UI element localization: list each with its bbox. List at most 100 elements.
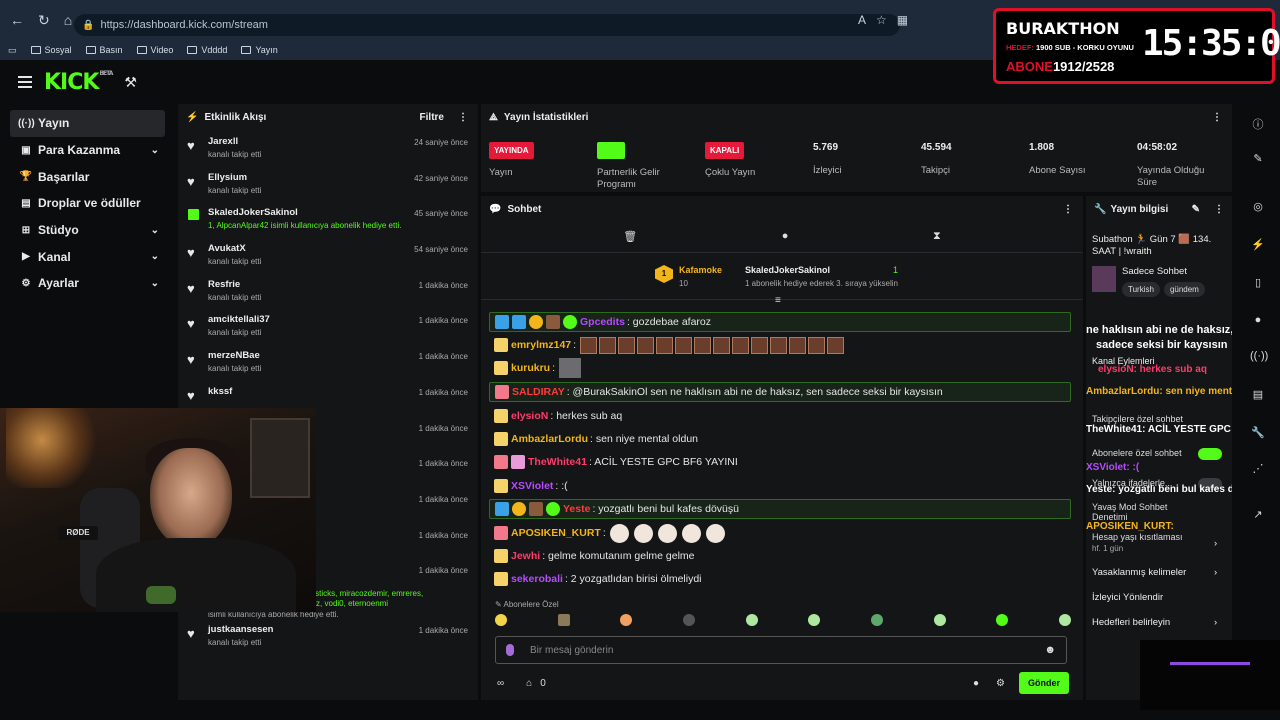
emote-icon[interactable] bbox=[620, 614, 633, 626]
redirect-link[interactable]: İzleyici Yönlendir bbox=[1092, 592, 1163, 603]
chat-username[interactable]: emrylmz147 bbox=[511, 339, 571, 351]
emote-icon[interactable] bbox=[495, 614, 507, 626]
bookmarks-manager-icon[interactable]: ▭ bbox=[8, 45, 17, 56]
emote-icon[interactable] bbox=[870, 614, 883, 626]
settings-icon[interactable]: ⚙ bbox=[996, 678, 1005, 689]
target-icon[interactable]: ◎ bbox=[1250, 200, 1266, 216]
bolt-icon[interactable]: ⚡ bbox=[1250, 238, 1266, 254]
chat-icon: 💬 bbox=[489, 203, 502, 215]
bubble-icon[interactable]: ● bbox=[782, 230, 789, 243]
emote-icon[interactable] bbox=[682, 614, 695, 626]
chat-icon[interactable]: ● bbox=[1250, 314, 1266, 330]
bookmark-yayin[interactable]: Yayın bbox=[241, 45, 278, 55]
menu-icon[interactable] bbox=[18, 76, 32, 88]
tag[interactable]: Turkish bbox=[1122, 282, 1160, 297]
bookmark-star-icon[interactable]: ☆ bbox=[876, 13, 887, 27]
send-button[interactable]: Gönder bbox=[1019, 672, 1069, 694]
emote-icon[interactable] bbox=[745, 614, 758, 626]
translate-icon[interactable]: A bbox=[858, 13, 866, 27]
reload-icon[interactable]: ↻ bbox=[38, 12, 50, 29]
back-icon[interactable]: ← bbox=[10, 12, 24, 29]
share-icon[interactable]: ⋰ bbox=[1250, 462, 1266, 478]
chat-username[interactable]: Gpcedits bbox=[580, 316, 625, 328]
sidebar-item-para-kazanma[interactable]: ▣ Para Kazanma ⌄ bbox=[0, 137, 175, 164]
microphone-icon[interactable] bbox=[506, 644, 514, 656]
pin-icon[interactable]: ⚒ bbox=[124, 74, 137, 91]
emote-icon[interactable] bbox=[1058, 614, 1071, 626]
sidebar-item-ayarlar[interactable]: ⚙ Ayarlar ⌄ bbox=[0, 270, 175, 297]
heart-icon: ♥ bbox=[187, 245, 195, 261]
trash-icon[interactable]: 🗑 bbox=[623, 230, 637, 243]
sidebar-item-droplar[interactable]: ▤ Droplar ve ödüller bbox=[0, 190, 175, 217]
leader-user[interactable]: SkaledJokerSakinol bbox=[745, 265, 830, 275]
stat-value: 1.808 bbox=[1029, 142, 1055, 153]
wrench-icon: 🔧 bbox=[1094, 203, 1107, 215]
chat-username[interactable]: Yeste bbox=[563, 503, 590, 515]
goals-link[interactable]: Hedefleri belirleyin bbox=[1092, 617, 1170, 628]
sidebar-item-studyo[interactable]: ⊞ Stüdyo ⌄ bbox=[0, 217, 175, 244]
wrench-icon[interactable]: 🔧 bbox=[1250, 426, 1266, 442]
info-icon[interactable]: ⓘ bbox=[1250, 116, 1266, 132]
chevron-right-icon[interactable]: › bbox=[1214, 617, 1217, 628]
home-icon[interactable]: ⌂ bbox=[64, 12, 72, 29]
emote-icon[interactable] bbox=[996, 614, 1009, 626]
activity-title: Etkinlik Akışı bbox=[204, 111, 267, 123]
chat-username[interactable]: XSViolet bbox=[511, 480, 553, 492]
activity-time: 45 saniye önce bbox=[414, 209, 468, 219]
edit-icon[interactable]: ✎ bbox=[1192, 204, 1200, 215]
chat-message-input[interactable]: Bir mesaj gönderin ☻ bbox=[495, 636, 1067, 664]
stat-label: İzleyici bbox=[813, 165, 842, 176]
bookmark-vdddd[interactable]: Vdddd bbox=[187, 45, 227, 55]
sidebar-item-kanal[interactable]: ▶ Kanal ⌄ bbox=[0, 243, 175, 270]
pen-icon[interactable]: ✎ bbox=[1250, 152, 1266, 168]
overlay-chat-line: Yeste: yozgatlı beni bul kafes dövüşü bbox=[1086, 484, 1232, 495]
chat-username[interactable]: AmbazlarLordu bbox=[511, 433, 588, 445]
more-icon[interactable]: ⋮ bbox=[1212, 112, 1222, 123]
emote-icon[interactable] bbox=[933, 614, 946, 626]
chat-username[interactable]: kurukru bbox=[511, 362, 550, 374]
subs-only-toggle[interactable] bbox=[1198, 448, 1222, 460]
activity-row: ♥ Ellysium kanalı takip etti 42 saniye ö… bbox=[178, 166, 478, 202]
document-icon[interactable]: ▯ bbox=[1250, 276, 1266, 292]
emote-icon[interactable] bbox=[557, 614, 570, 626]
more-icon[interactable]: ⋮ bbox=[458, 112, 468, 123]
info-title: Yayın bilgisi bbox=[1110, 203, 1169, 215]
chevron-down-icon: ⌄ bbox=[150, 144, 159, 156]
chevron-right-icon[interactable]: › bbox=[1214, 538, 1217, 549]
chevron-right-icon[interactable]: › bbox=[1214, 567, 1217, 578]
hourglass-icon[interactable]: ⧗ bbox=[933, 230, 941, 243]
sidebar-item-yayin[interactable]: ((·)) Yayın bbox=[10, 110, 165, 137]
bookmark-basin[interactable]: Basın bbox=[85, 45, 123, 55]
kick-logo[interactable]: KICKBETA bbox=[44, 70, 113, 95]
shop-icon[interactable]: ⌂ bbox=[526, 678, 532, 689]
collapse-icon[interactable]: ≡ bbox=[775, 295, 781, 306]
chat-username[interactable]: Jewhi bbox=[511, 550, 540, 562]
chat-username[interactable]: TheWhite41 bbox=[528, 456, 587, 468]
layout-icon[interactable]: ▤ bbox=[1250, 388, 1266, 404]
tag[interactable]: gündem bbox=[1163, 282, 1205, 297]
emoji-icon[interactable]: ☻ bbox=[1044, 644, 1056, 656]
leader-user[interactable]: Kafamoke bbox=[679, 265, 722, 275]
bookmark-video[interactable]: Video bbox=[136, 45, 173, 55]
points-icon[interactable]: ∞ bbox=[497, 678, 504, 689]
extension-icon[interactable]: ▦ bbox=[897, 13, 908, 27]
chat-username[interactable]: elysioN bbox=[511, 410, 548, 422]
chat-message: emrylmz147 : bbox=[489, 335, 1071, 355]
emote-icon[interactable] bbox=[808, 614, 821, 626]
bookmark-sosyal[interactable]: Sosyal bbox=[30, 45, 72, 55]
banned-words-link[interactable]: Yasaklanmış kelimeler bbox=[1092, 567, 1186, 578]
more-icon[interactable]: ⋮ bbox=[1214, 204, 1224, 215]
external-link-icon[interactable]: ↗ bbox=[1250, 508, 1266, 524]
chat-username[interactable]: sekerobali bbox=[511, 573, 563, 585]
lamp-glow bbox=[6, 408, 96, 488]
subonly-label: ✎ Abonelere Özel bbox=[495, 600, 559, 609]
chat-bubble-icon[interactable]: ● bbox=[973, 678, 979, 689]
chat-username[interactable]: APOSIKEN_KURT bbox=[511, 527, 601, 539]
broadcast-icon[interactable]: ((·)) bbox=[1250, 350, 1268, 366]
chat-username[interactable]: SALDIRAY bbox=[512, 386, 565, 398]
more-icon[interactable]: ⋮ bbox=[1063, 204, 1073, 215]
filter-button[interactable]: Filtre bbox=[420, 112, 444, 123]
sidebar-item-basarilar[interactable]: 🏆 Başarılar bbox=[0, 163, 175, 190]
category-name[interactable]: Sadece Sohbet bbox=[1122, 266, 1187, 277]
address-bar[interactable]: 🔒 https://dashboard.kick.com/stream bbox=[74, 14, 900, 36]
